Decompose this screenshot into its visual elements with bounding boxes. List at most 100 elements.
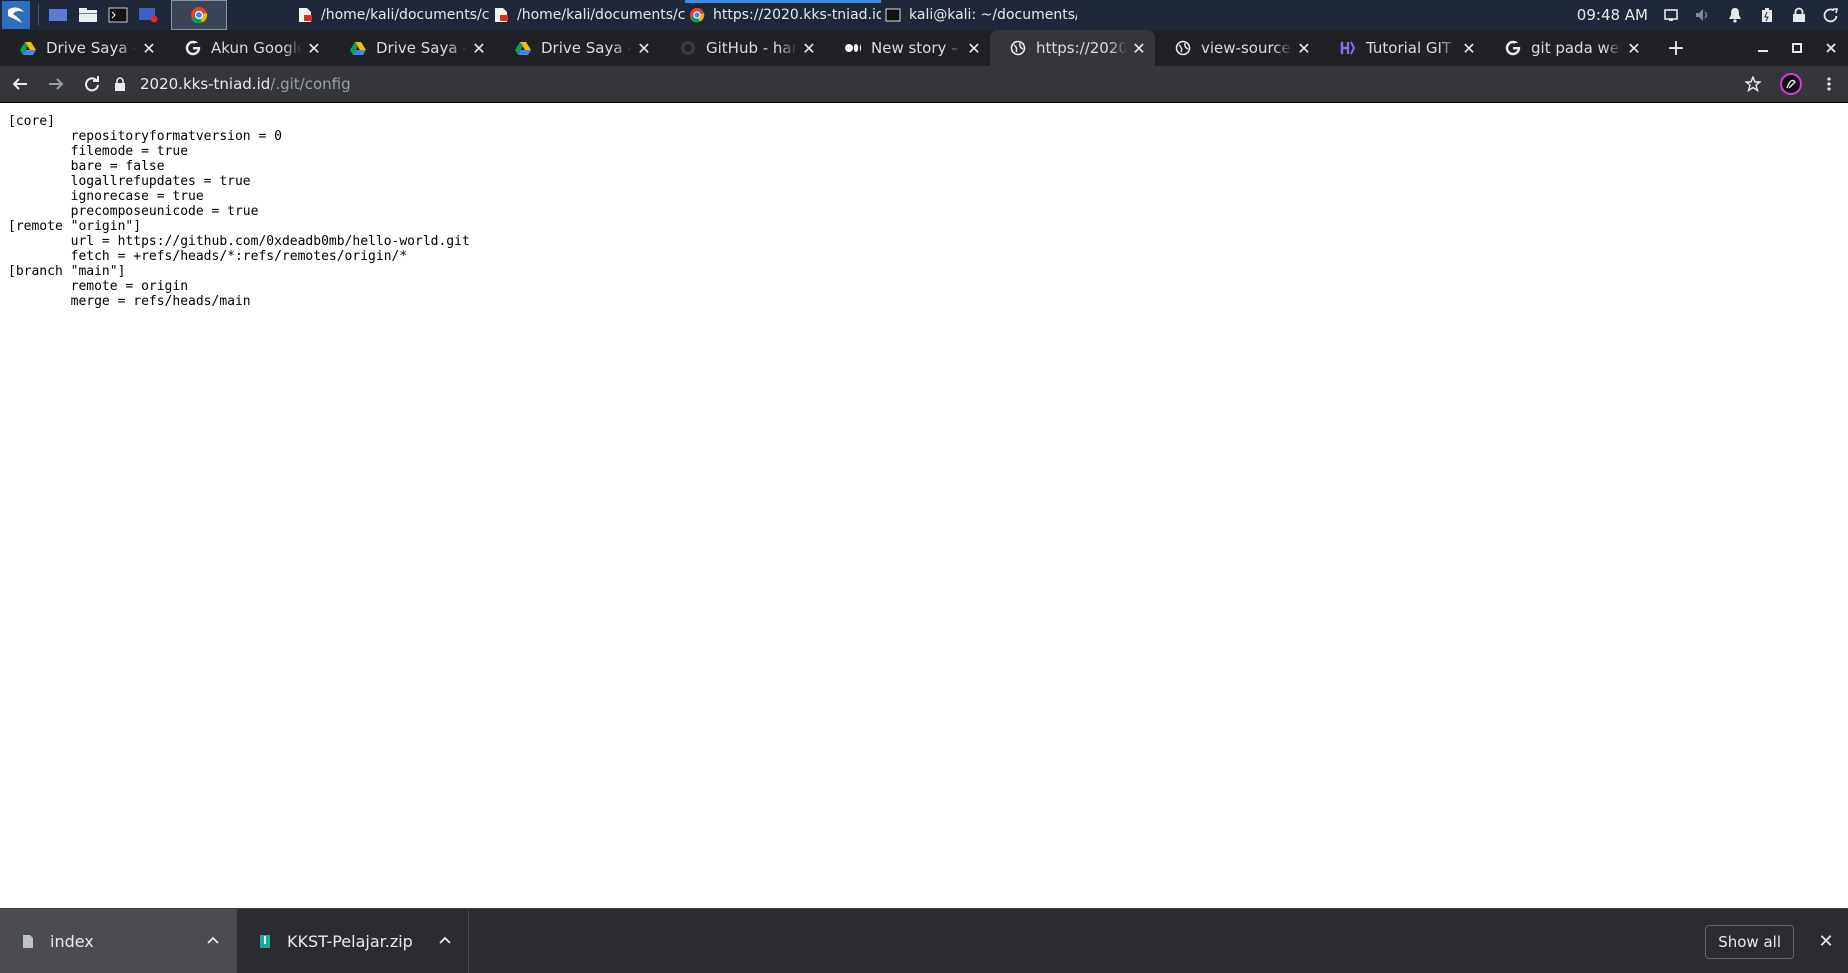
browser-tab-strip: Drive Saya - Google Drive ✕ Akun Google … [0,30,1848,66]
taskbar-window-terminal[interactable]: kali@kali: ~/documents/... [881,0,1077,30]
tab-title: https://2020.kks-tniad.id/.git/config [1036,39,1127,57]
battery-icon[interactable] [1758,6,1776,24]
google-icon [185,40,201,56]
google-drive-icon [515,40,531,56]
arrow-left-icon [12,78,27,90]
arrow-right-icon [49,78,64,90]
close-icon[interactable]: ✕ [1461,39,1477,58]
power-icon[interactable] [1822,6,1840,24]
download-shelf: index KKST-Pelajar.zip Show all ✕ [0,908,1848,973]
tab-git-config[interactable]: https://2020.kks-tniad.id/.git/config ✕ [990,30,1155,66]
close-icon[interactable]: ✕ [471,39,487,58]
close-window-icon[interactable] [1814,30,1848,66]
pdf-document-icon [297,7,313,23]
lock-screen-icon[interactable] [1790,6,1808,24]
file-manager-icon[interactable] [77,6,99,24]
tab-title: Drive Saya - Google Drive [376,39,467,57]
close-icon[interactable]: ✕ [801,39,817,58]
taskbar-window-list: /home/kali/documents/c... /home/kali/doc… [293,0,1077,30]
tab-title: view-source:https:// [1201,39,1292,57]
tab-title: New story – Medium [871,39,962,57]
close-icon[interactable]: ✕ [1131,39,1147,58]
quick-launch [47,6,159,24]
download-filename: index [50,931,94,951]
taskbar-window-label: kali@kali: ~/documents/... [909,7,1077,23]
close-icon[interactable]: ✕ [1816,931,1836,952]
google-drive-icon [20,40,36,56]
taskbar-window-pdf-2[interactable]: /home/kali/documents/c... [489,0,685,30]
profile-avatar[interactable] [1778,71,1804,97]
taskbar-window-label: https://2020.kks-tniad.id... [713,7,881,23]
clock[interactable]: 09:48 AM [1577,6,1648,24]
address-bar[interactable]: 2020.kks-tniad.id/.git/config [112,70,1764,98]
globe-icon [1010,40,1026,56]
close-icon[interactable]: ✕ [966,39,982,58]
show-all-button[interactable]: Show all [1705,925,1794,959]
screen-recorder-icon[interactable] [137,6,159,24]
close-icon[interactable]: ✕ [306,39,322,58]
minimize-icon[interactable] [1746,30,1780,66]
bookmark-star-icon[interactable] [1740,71,1766,97]
chrome-icon [191,7,208,24]
github-icon [680,40,696,56]
close-icon[interactable]: ✕ [1296,39,1312,58]
tab-drive-3[interactable]: Drive Saya - Google Drive ✕ [495,30,660,66]
chrome-taskbar-button[interactable] [171,0,227,30]
lock-icon[interactable] [112,76,128,92]
notification-bell-icon[interactable] [1726,6,1744,24]
system-tray: 09:48 AM [1577,0,1848,30]
close-icon[interactable]: ✕ [636,39,652,58]
toolbar-actions [1740,66,1842,102]
chevron-up-icon[interactable] [204,931,222,949]
back-button[interactable] [4,68,36,100]
terminal-launch-icon[interactable] [107,6,129,24]
hackmd-icon [1340,40,1356,56]
tab-tutorial-git[interactable]: Tutorial GIT Dasar ✕ [1320,30,1485,66]
plus-icon: + [1666,35,1686,61]
new-tab-button[interactable]: + [1662,34,1690,62]
medium-icon [845,40,861,56]
kali-menu-icon[interactable] [2,1,30,29]
tab-drive-2[interactable]: Drive Saya - Google Drive ✕ [330,30,495,66]
maximize-icon[interactable] [1780,30,1814,66]
window-controls [1746,30,1848,66]
download-item-kkst-pelajar-zip[interactable]: KKST-Pelajar.zip [237,909,469,973]
git-config-text: [core] repositoryformatversion = 0 filem… [8,114,470,309]
tab-title: Drive Saya - Google Drive [46,39,137,57]
taskbar-window-pdf-1[interactable]: /home/kali/documents/c... [293,0,489,30]
google-drive-icon [350,40,366,56]
download-item-index[interactable]: index [0,909,237,973]
tab-title: git pada website [1531,39,1622,57]
google-icon [1505,40,1521,56]
chrome-icon [689,7,705,23]
url-path: /.git/config [270,75,351,93]
tab-github[interactable]: GitHub - hanasaki ✕ [660,30,825,66]
tab-drive-1[interactable]: Drive Saya - Google Drive ✕ [0,30,165,66]
tab-medium[interactable]: New story – Medium ✕ [825,30,990,66]
taskbar-window-chrome[interactable]: https://2020.kks-tniad.id... [685,0,881,30]
forward-button[interactable] [40,68,72,100]
tab-title: Akun Google [211,39,302,57]
url-host: 2020.kks-tniad.id [140,75,271,93]
system-taskbar: /home/kali/documents/c... /home/kali/doc… [0,0,1848,30]
volume-icon[interactable] [1694,6,1712,24]
tab-git-pada-website[interactable]: git pada website ✕ [1485,30,1650,66]
terminal-icon [885,7,901,23]
tab-title: GitHub - hanasaki [706,39,797,57]
more-menu-icon[interactable] [1816,71,1842,97]
close-icon[interactable]: ✕ [141,39,157,58]
chevron-up-icon[interactable] [436,931,454,949]
show-desktop-icon[interactable] [47,6,69,24]
tab-view-source[interactable]: view-source:https:// ✕ [1155,30,1320,66]
globe-icon [1175,40,1191,56]
pdf-document-icon [493,7,509,23]
display-icon[interactable] [1662,6,1680,24]
close-icon[interactable]: ✕ [1626,39,1642,58]
tab-akun-google[interactable]: Akun Google ✕ [165,30,330,66]
reload-button[interactable] [76,68,108,100]
tab-title: Drive Saya - Google Drive [541,39,632,57]
reload-icon [85,76,99,92]
download-filename: KKST-Pelajar.zip [287,931,413,951]
taskbar-separator [38,4,39,26]
document-icon [20,932,36,950]
